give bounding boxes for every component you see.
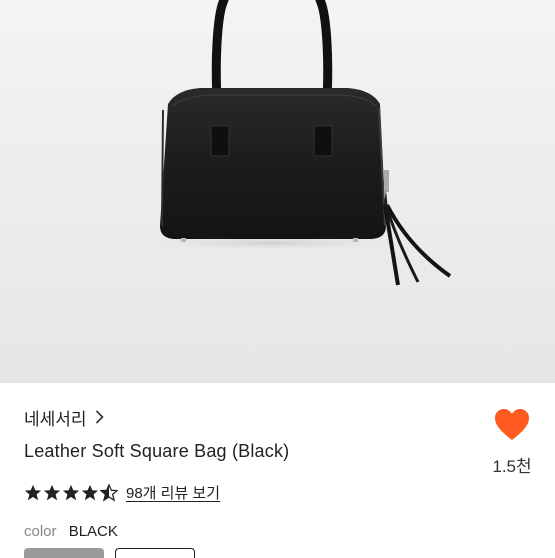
- product-info-panel: 네세서리 Leather Soft Square Bag (Black) 1.5…: [0, 383, 555, 558]
- heart-icon: [495, 409, 529, 440]
- color-value: BLACK: [68, 523, 118, 540]
- like-count: 1.5천: [492, 457, 532, 476]
- star-half-icon: [100, 483, 118, 502]
- like-button[interactable]: 1.5천: [487, 408, 537, 477]
- color-label: color: [24, 523, 57, 540]
- star-full-icon: [24, 484, 42, 500]
- black-leather-bag-photo: [132, 0, 452, 286]
- star-full-icon: [43, 484, 61, 500]
- brand-link[interactable]: 네세서리: [24, 405, 104, 429]
- review-link[interactable]: 98개 리뷰 보기: [126, 482, 220, 503]
- brand-name: 네세서리: [24, 409, 87, 429]
- rating-row: 98개 리뷰 보기: [24, 482, 220, 503]
- color-option-thumbnail-selected[interactable]: [115, 548, 195, 558]
- star-full-icon: [81, 484, 99, 500]
- chevron-right-icon: [95, 410, 104, 424]
- color-option-thumbnail[interactable]: [24, 548, 104, 558]
- rating-stars: [24, 483, 118, 502]
- color-row: color BLACK: [24, 523, 118, 540]
- product-image[interactable]: [0, 0, 555, 383]
- product-title: Leather Soft Square Bag (Black): [24, 441, 290, 461]
- star-full-icon: [62, 484, 80, 500]
